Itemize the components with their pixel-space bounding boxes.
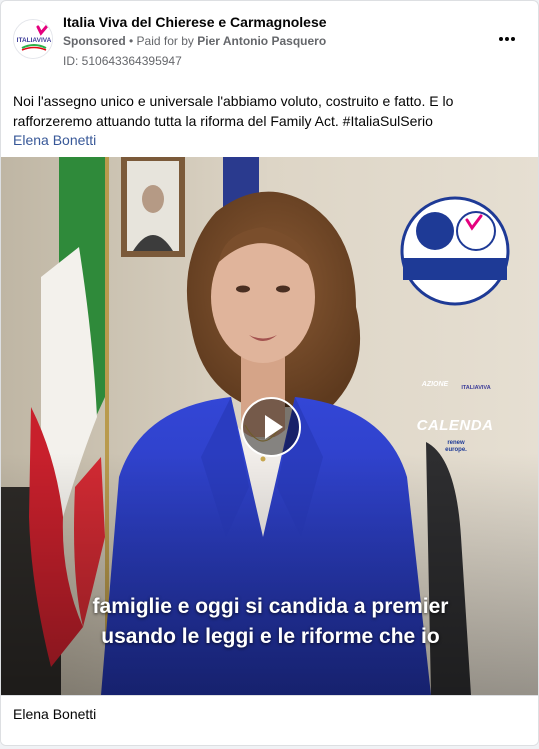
italia-viva-logo-icon: ITALIAVIVA xyxy=(14,20,52,58)
video-subtitle-line2: usando le leggi e le riforme che io xyxy=(101,625,440,648)
sponsor-line: Sponsored • Paid for by Pier Antonio Pas… xyxy=(63,34,326,48)
video-subtitle-line1: famiglie e oggi si candida a premier xyxy=(92,595,449,618)
page-avatar[interactable]: ITALIAVIVA xyxy=(13,19,53,59)
badge-right-logo-text: ITALIAVIVA xyxy=(461,385,491,391)
calenda-badge xyxy=(400,196,510,306)
more-options-icon xyxy=(499,37,515,41)
footer-title: Elena Bonetti xyxy=(13,706,97,722)
post-body-text: Noi l'assegno unico e universale l'abbia… xyxy=(13,93,454,129)
badge-left-logo-text: AZIONE xyxy=(421,381,449,388)
page-name-link[interactable]: Italia Viva del Chierese e Carmagnolese xyxy=(63,14,327,30)
post-footer[interactable]: Elena Bonetti xyxy=(1,695,538,745)
sponsored-label: Sponsored xyxy=(63,34,126,48)
post-header: ITALIAVIVA Italia Viva del Chierese e Ca… xyxy=(1,1,538,81)
badge-tagline-line2: europe. xyxy=(445,447,467,453)
video-player[interactable]: AZIONE ITALIAVIVA CALENDA renew europe. … xyxy=(1,157,538,695)
post-body-link[interactable]: Elena Bonetti xyxy=(13,130,96,150)
ad-post-card: ITALIAVIVA Italia Viva del Chierese e Ca… xyxy=(0,0,539,746)
play-button[interactable] xyxy=(241,397,301,457)
play-icon xyxy=(265,415,283,439)
payer-name: Pier Antonio Pasquero xyxy=(197,34,327,48)
paid-for-prefix: • Paid for by xyxy=(125,34,198,48)
badge-name-text: CALENDA xyxy=(416,417,494,434)
avatar-logo-text: ITALIAVIVA xyxy=(17,37,52,44)
badge-tagline-line1: renew xyxy=(447,440,465,446)
more-options-button[interactable] xyxy=(494,29,520,49)
ad-id: ID: 510643364395947 xyxy=(63,54,182,68)
